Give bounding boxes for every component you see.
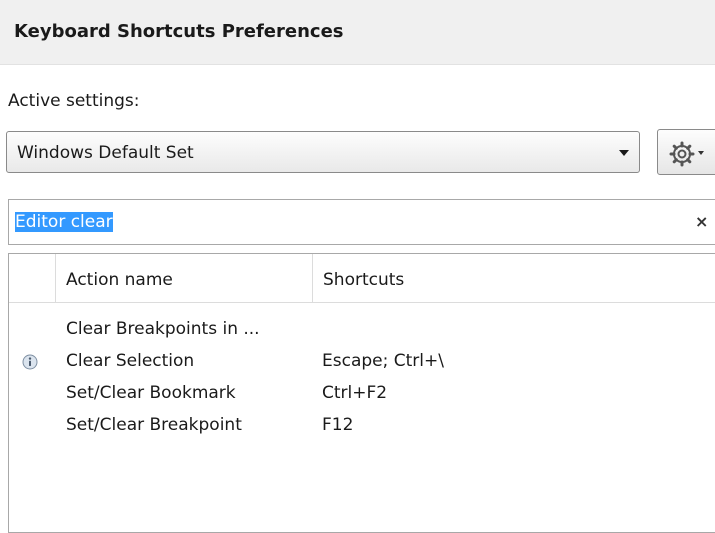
shortcut-cell: F12 [322,415,354,435]
column-header-label: Action name [66,270,173,290]
gear-icon [669,141,695,167]
close-icon[interactable]: × [695,212,708,231]
table-header: Action name Shortcuts [9,254,715,303]
action-name-cell: Clear Breakpoints in ... [66,319,260,339]
action-name-cell: Set/Clear Bookmark [66,383,236,403]
column-header-label: Shortcuts [323,270,405,290]
shortcuts-table: Action name Shortcuts Clear Breakpoints … [8,253,715,533]
page-title: Keyboard Shortcuts Preferences [14,21,344,42]
chevron-down-icon [619,150,629,156]
table-row[interactable]: Set/Clear Bookmark Ctrl+F2 [9,378,715,410]
column-header-action-name[interactable]: Action name [56,254,313,302]
title-bar: Keyboard Shortcuts Preferences [0,0,715,65]
filter-field[interactable]: × [8,199,715,245]
filter-input[interactable] [15,211,615,233]
action-name-cell: Set/Clear Breakpoint [66,415,242,435]
info-icon [22,354,38,370]
shortcut-cell: Ctrl+F2 [322,383,388,403]
table-row[interactable]: Clear Breakpoints in ... [9,314,715,346]
table-row[interactable]: Clear Selection Escape; Ctrl+\ [9,346,715,378]
active-settings-label: Active settings: [8,91,140,111]
table-row[interactable]: Set/Clear Breakpoint F12 [9,410,715,442]
column-header-icon[interactable] [9,254,56,302]
caret-down-icon [698,151,704,155]
settings-select[interactable]: Windows Default Set [6,131,640,173]
settings-select-value: Windows Default Set [17,143,194,163]
shortcut-cell: Escape; Ctrl+\ [322,351,444,371]
action-name-cell: Clear Selection [66,351,195,371]
column-header-shortcuts[interactable]: Shortcuts [313,254,715,302]
settings-menu-button[interactable] [657,129,715,175]
